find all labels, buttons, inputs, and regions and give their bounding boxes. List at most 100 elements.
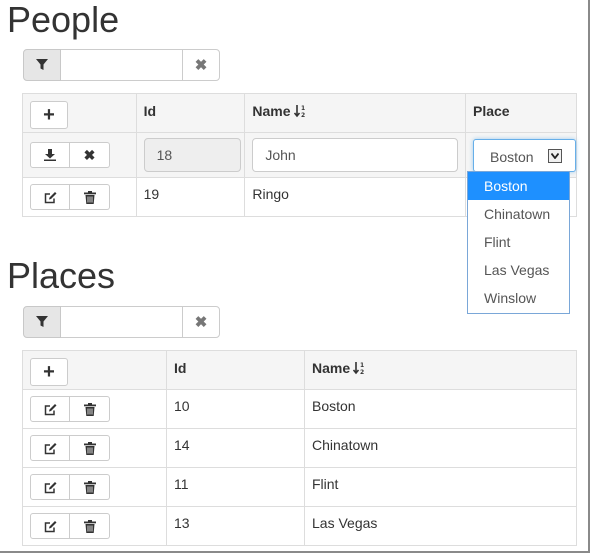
edit-button[interactable] xyxy=(30,396,70,422)
column-label: Name xyxy=(312,360,351,376)
edit-icon xyxy=(44,520,56,532)
places-header-row: + Id Name 1 2 xyxy=(22,350,577,390)
x-icon: ✖ xyxy=(194,57,208,74)
place-option[interactable]: Flint xyxy=(468,228,569,256)
svg-text:2: 2 xyxy=(360,369,364,375)
places-id-header[interactable]: Id xyxy=(166,350,305,390)
svg-text:2: 2 xyxy=(301,112,305,118)
chevron-down-icon[interactable] xyxy=(547,148,562,163)
row-name-cell: Boston xyxy=(304,389,577,429)
svg-text:1: 1 xyxy=(360,362,364,369)
sort-ascending-icon: 12 xyxy=(353,362,364,375)
edit-button[interactable] xyxy=(30,513,70,539)
row-actions-cell xyxy=(22,177,137,217)
edit-icon xyxy=(44,403,56,415)
row-id-cell: 10 xyxy=(166,389,305,429)
trash-icon xyxy=(83,441,96,455)
row-name-cell: Las Vegas xyxy=(304,506,577,546)
trash-icon xyxy=(83,480,96,494)
people-name-header[interactable]: Name 1 2 xyxy=(244,93,466,133)
places-filter-button[interactable] xyxy=(23,306,61,338)
people-header-row: + Id Name 1 2 Place xyxy=(22,93,578,133)
row-actions-cell xyxy=(22,506,167,546)
place-option[interactable]: Chinatown xyxy=(468,200,569,228)
row-actions-group xyxy=(30,396,110,422)
sort-ascending-icon: 12 xyxy=(293,105,305,118)
id-field[interactable] xyxy=(143,138,241,172)
delete-button[interactable] xyxy=(70,513,110,539)
row-name-cell: Flint xyxy=(304,467,577,507)
filter-icon xyxy=(36,59,48,70)
row-actions-cell xyxy=(22,467,167,507)
places-name-header[interactable]: Name 1 2 xyxy=(304,350,577,390)
row-actions-group xyxy=(30,435,110,461)
row-id-cell: 19 xyxy=(135,177,246,217)
table-row: 13 Las Vegas xyxy=(22,506,577,546)
table-row: 11 Flint xyxy=(22,467,577,507)
row-id-cell: 14 xyxy=(166,428,305,468)
row-name-cell: Chinatown xyxy=(304,428,577,468)
column-label: Id xyxy=(143,103,157,119)
trash-icon xyxy=(83,519,96,533)
name-field[interactable] xyxy=(252,138,459,172)
edit-button[interactable] xyxy=(30,474,70,500)
trash-icon xyxy=(83,402,96,416)
plus-icon: + xyxy=(43,103,55,126)
delete-button[interactable] xyxy=(70,396,110,422)
row-actions-group xyxy=(30,474,110,500)
places-filter-input[interactable] xyxy=(61,306,182,338)
column-label: Name xyxy=(252,103,291,119)
download-icon xyxy=(44,149,56,161)
delete-button[interactable] xyxy=(70,184,110,210)
people-filter-input[interactable] xyxy=(61,49,182,81)
edit-icon xyxy=(44,442,56,454)
row-actions-group xyxy=(30,513,110,539)
row-actions-group xyxy=(30,184,110,210)
places-filter-group: ✖ xyxy=(23,306,220,338)
row-actions-cell xyxy=(22,428,167,468)
row-actions-cell xyxy=(22,389,167,429)
places-filter-clear-button[interactable]: ✖ xyxy=(182,306,220,338)
row-id-cell: 11 xyxy=(166,467,305,507)
cancel-button[interactable]: ✖ xyxy=(70,142,110,168)
trash-icon xyxy=(83,190,96,204)
people-id-header[interactable]: Id xyxy=(135,93,246,133)
place-select-value: Boston xyxy=(489,148,534,165)
x-icon: ✖ xyxy=(194,314,208,331)
plus-icon: + xyxy=(43,360,55,383)
delete-button[interactable] xyxy=(70,435,110,461)
column-label: Place xyxy=(472,103,510,119)
edit-button[interactable] xyxy=(30,435,70,461)
people-filter-clear-button[interactable]: ✖ xyxy=(182,49,220,81)
place-option[interactable]: Boston xyxy=(468,172,569,200)
edit-actions-cell: ✖ xyxy=(22,132,137,178)
save-button[interactable] xyxy=(30,142,70,168)
edit-actions-group: ✖ xyxy=(30,142,110,168)
people-place-header[interactable]: Place xyxy=(464,93,578,133)
edit-button[interactable] xyxy=(30,184,70,210)
place-select[interactable]: Boston xyxy=(472,138,576,172)
delete-button[interactable] xyxy=(70,474,110,500)
edit-name-cell xyxy=(244,132,466,178)
add-place-button[interactable]: + xyxy=(30,358,68,386)
filter-icon xyxy=(36,316,48,327)
x-icon: ✖ xyxy=(83,146,96,163)
edit-icon xyxy=(44,191,56,203)
place-option[interactable]: Las Vegas xyxy=(468,256,569,284)
place-option[interactable]: Winslow xyxy=(468,284,569,312)
svg-text:1: 1 xyxy=(301,105,305,112)
people-actions-header: + xyxy=(22,93,137,133)
add-person-button[interactable]: + xyxy=(30,101,68,129)
edit-id-cell xyxy=(135,132,246,178)
people-filter-group: ✖ xyxy=(23,49,220,81)
row-id-cell: 13 xyxy=(166,506,305,546)
table-row: 10 Boston xyxy=(22,389,577,429)
edit-icon xyxy=(44,481,56,493)
place-dropdown-list: Boston Chinatown Flint Las Vegas Winslow xyxy=(467,171,570,314)
column-label: Id xyxy=(174,360,187,376)
people-filter-button[interactable] xyxy=(23,49,61,81)
places-actions-header: + xyxy=(22,350,167,390)
places-heading: Places xyxy=(7,255,116,296)
places-table: + Id Name 1 2 10 Boston 14 Chinatown 11 … xyxy=(22,350,577,546)
table-row: 14 Chinatown xyxy=(22,428,577,468)
